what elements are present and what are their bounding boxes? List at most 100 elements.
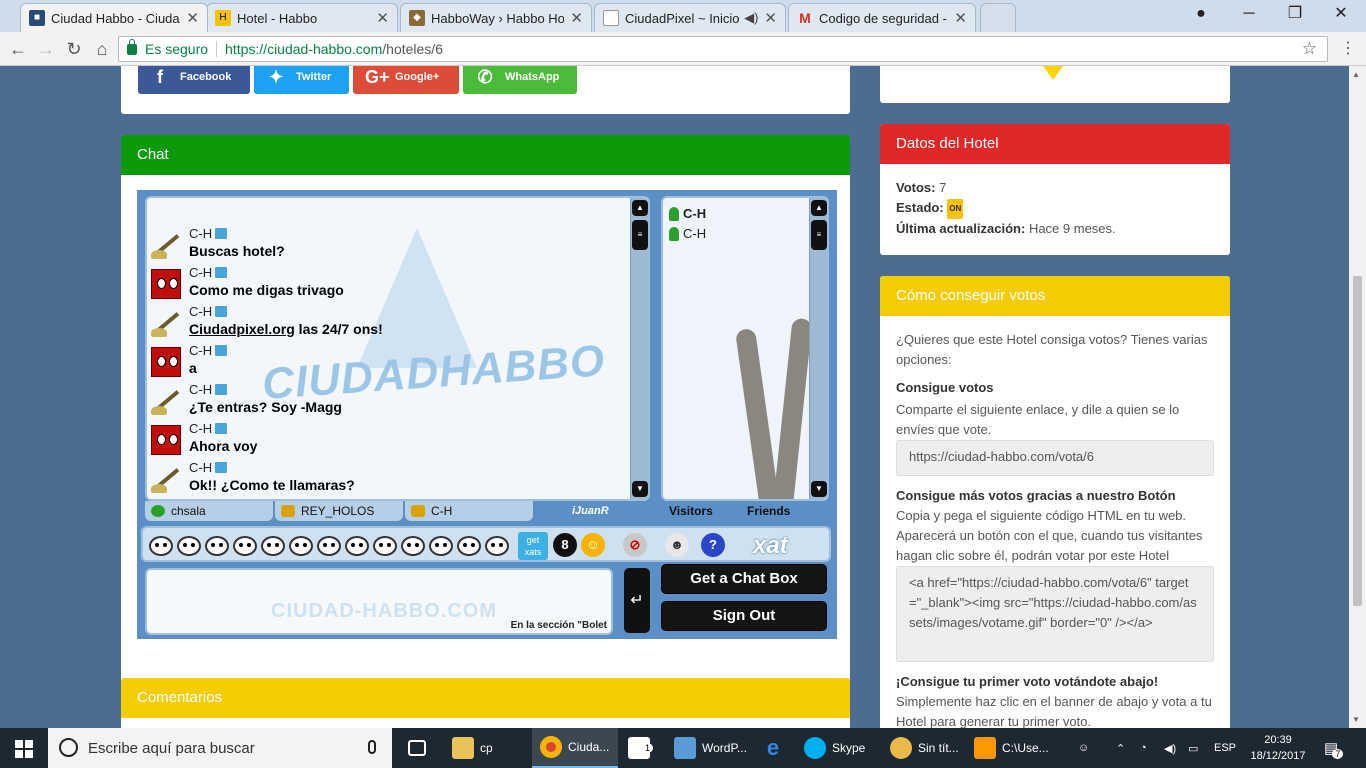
close-tab-icon[interactable]: ✕ [186,9,199,27]
close-tab-icon[interactable]: ✕ [764,9,777,27]
message-user[interactable]: C-H [189,226,228,241]
message-user[interactable]: C-H [189,304,228,319]
message-user[interactable]: C-H [189,382,228,397]
tray-volume-icon[interactable]: ◀) [1164,728,1176,768]
home-icon[interactable] [215,267,228,278]
taskbar-item-chrome[interactable]: Ciuda... [532,728,618,768]
get-xats-button[interactable]: get xats [518,532,548,560]
smiley-pack-icon[interactable]: ☺ [581,533,605,557]
tab-main-chat[interactable]: chsala [145,501,273,521]
smiley-icon[interactable] [457,536,481,556]
eight-ball-icon[interactable]: 8 [553,533,577,557]
tab-visitors[interactable]: Visitors [669,504,713,518]
home-icon[interactable]: ⌂ [90,37,114,61]
taskbar-item-mail[interactable]: 1 [620,728,664,768]
page-scrollbar[interactable]: ▲ ▼ [1349,66,1366,728]
get-chat-box-button[interactable]: Get a Chat Box [661,564,827,594]
xat-logo[interactable]: xat [753,532,788,560]
smiley-icon[interactable] [289,536,313,556]
tab-gmail[interactable]: M Codigo de seguridad - to ✕ [788,3,976,32]
scroll-up-icon[interactable]: ▲ [1352,70,1360,79]
url-input[interactable]: Es seguro https://ciudad-habbo.com/hotel… [118,36,1328,62]
tab-friends[interactable]: Friends [747,504,790,518]
user-list-panel[interactable]: C-H C-H ▲ ≡ ▼ [661,196,829,501]
start-button[interactable] [0,728,48,768]
chat-messages-panel[interactable]: CIUDADHABBO C-H Buscas hotel? C-H Como m… [145,196,650,501]
users-icon[interactable]: ☻ [665,533,689,557]
scroll-down-icon[interactable]: ▼ [1352,715,1360,724]
tray-battery-icon[interactable]: ▭ [1188,728,1198,768]
tab-ciudadpixel[interactable]: CiudadPixel ~ Inicio ◀) ✕ [594,3,786,32]
smiley-icon[interactable] [373,536,397,556]
forward-icon[interactable]: → [34,37,58,61]
smiley-icon[interactable] [345,536,369,556]
smiley-icon[interactable] [261,536,285,556]
home-icon[interactable] [215,345,228,356]
close-tab-icon[interactable]: ✕ [376,9,389,27]
microphone-icon[interactable] [368,740,376,754]
smiley-icon[interactable] [205,536,229,556]
close-window-icon[interactable]: ✕ [1318,0,1364,30]
taskbar-item-paint[interactable]: Sin tít... [882,728,964,768]
message-user[interactable]: C-H [189,265,228,280]
message-link[interactable]: Ciudadpixel.org [189,321,295,337]
user-list-item[interactable]: C-H [669,206,706,221]
message-user[interactable]: C-H [189,421,228,436]
smiley-icon[interactable] [233,536,257,556]
share-facebook-button[interactable]: f Facebook [138,66,250,94]
menu-icon[interactable]: ⋮ [1336,37,1360,61]
tray-clock[interactable]: 20:39 18/12/2017 [1250,732,1306,764]
chat-message-input[interactable]: CIUDAD-HABBO.COM En la sección "Bolet [145,568,613,635]
back-icon[interactable]: ← [6,37,30,61]
tray-people-icon[interactable]: ☺ [1078,728,1089,768]
home-icon[interactable] [215,228,228,239]
tab-habboway[interactable]: ◆ HabboWay › Habbo Hote ✕ [400,3,592,32]
tab-private-rey-holos[interactable]: REY_HOLOS [275,501,403,521]
home-icon[interactable] [215,306,228,317]
secure-indicator[interactable]: Es seguro [119,38,208,57]
tab-private-c-h[interactable]: C-H [405,501,533,521]
close-tab-icon[interactable]: ✕ [954,9,967,27]
page-scroll-thumb[interactable] [1353,276,1362,606]
user-list-item[interactable]: C-H [669,226,706,241]
home-icon[interactable] [215,384,228,395]
broom-avatar-icon[interactable] [151,308,181,338]
messages-scrollbar[interactable]: ▲ ≡ ▼ [630,198,648,499]
scroll-thumb[interactable]: ≡ [811,220,827,250]
minimize-icon[interactable]: ─ [1226,0,1272,30]
new-tab-button[interactable] [980,3,1016,32]
task-view-button[interactable] [400,728,440,768]
taskbar-item-wordpad[interactable]: WordP... [666,728,752,768]
broom-avatar-icon[interactable] [151,464,181,494]
profile-icon[interactable]: ● [1178,0,1224,30]
spiderman-avatar-icon[interactable] [151,347,181,377]
share-google-button[interactable]: G+ Google+ [353,66,459,94]
bookmark-star-icon[interactable]: ☆ [1302,39,1317,59]
smiley-icon[interactable] [317,536,341,556]
taskbar-search-input[interactable]: Escribe aquí para buscar [48,728,392,768]
smiley-icon[interactable] [401,536,425,556]
scroll-down-icon[interactable]: ▼ [632,481,648,497]
tray-chevron-icon[interactable]: ⌃ [1116,728,1125,768]
share-twitter-button[interactable]: ✦ Twitter [254,66,349,94]
broom-avatar-icon[interactable] [151,230,181,260]
send-button[interactable]: ↵ [624,568,650,633]
smiley-icon[interactable] [429,536,453,556]
message-user[interactable]: C-H [189,343,228,358]
smiley-icon[interactable] [485,536,509,556]
smiley-icon[interactable] [149,536,173,556]
message-user[interactable]: C-H [189,460,228,475]
home-icon[interactable] [215,423,228,434]
block-icon[interactable]: ⊘ [623,533,647,557]
taskbar-item-skype[interactable]: Skype [796,728,878,768]
taskbar-item-cp[interactable]: cp [444,728,528,768]
taskbar-item-edge[interactable]: e [754,728,794,768]
help-icon[interactable]: ? [701,533,725,557]
close-tab-icon[interactable]: ✕ [570,9,583,27]
scroll-thumb[interactable]: ≡ [632,220,648,250]
taskbar-item-sublime[interactable]: C:\Use... [966,728,1050,768]
broom-avatar-icon[interactable] [151,386,181,416]
home-icon[interactable] [215,462,228,473]
share-whatsapp-button[interactable]: ✆ WhatsApp [463,66,577,94]
tray-language[interactable]: ESP [1214,728,1236,768]
